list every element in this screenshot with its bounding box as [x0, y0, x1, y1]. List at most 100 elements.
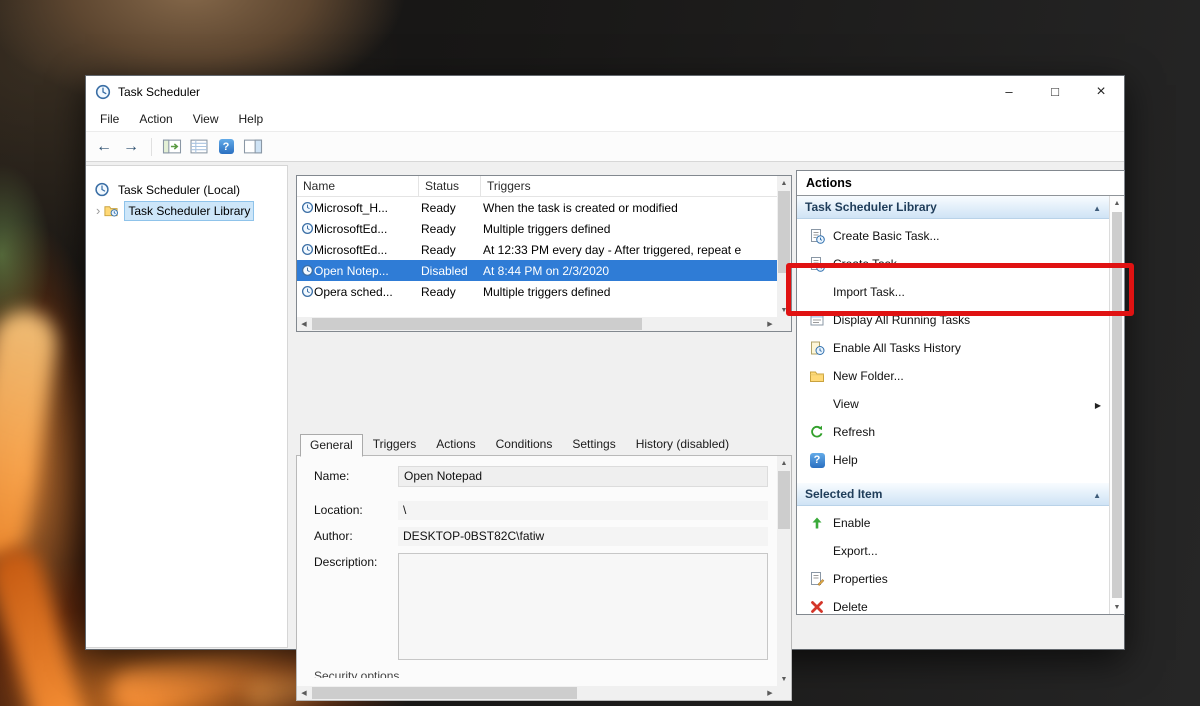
action-label: Delete [833, 600, 868, 614]
task-status: Ready [415, 285, 477, 299]
tab-triggers[interactable]: Triggers [363, 433, 427, 456]
scroll-down-icon[interactable] [1110, 600, 1124, 614]
task-row[interactable]: MicrosoftEd... Ready At 12:33 PM every d… [297, 239, 777, 260]
task-status: Ready [415, 201, 477, 215]
column-header-name[interactable]: Name [297, 176, 419, 196]
action-view[interactable]: View [797, 390, 1109, 418]
action-enable-all-tasks-history[interactable]: Enable All Tasks History [797, 334, 1109, 362]
task-clock-icon [297, 243, 314, 256]
tab-settings[interactable]: Settings [562, 433, 625, 456]
action-new-folder[interactable]: New Folder... [797, 362, 1109, 390]
actions-pane: Actions Task Scheduler Library Create Ba… [796, 170, 1125, 615]
action-properties[interactable]: Properties [797, 565, 1109, 593]
task-row-selected[interactable]: Open Notep... Disabled At 8:44 PM on 2/3… [297, 260, 777, 281]
scroll-up-icon[interactable] [777, 176, 791, 190]
task-triggers: Multiple triggers defined [477, 222, 777, 236]
security-options-clipped-label: Security options [314, 669, 399, 678]
toolbar: ← → ? [86, 132, 1124, 162]
location-label: Location: [314, 503, 363, 517]
task-scheduler-app-icon [95, 84, 111, 100]
desktop-background: Task Scheduler – □ × File Action View He… [0, 0, 1200, 706]
console-tree-pane: Task Scheduler (Local) Task Scheduler Li… [86, 165, 288, 648]
clock-icon [94, 182, 110, 197]
task-row[interactable]: MicrosoftEd... Ready Multiple triggers d… [297, 218, 777, 239]
author-field: DESKTOP-0BST82C\fatiw [398, 527, 768, 546]
scroll-left-icon[interactable] [297, 686, 311, 700]
action-label: Export... [833, 544, 878, 558]
menu-file[interactable]: File [90, 108, 129, 130]
action-refresh[interactable]: Refresh [797, 418, 1109, 446]
actions-vertical-scrollbar[interactable] [1109, 196, 1124, 614]
details-general-body: Name: Open Notepad Location: \ Author: D… [296, 455, 792, 701]
task-row[interactable]: Microsoft_H... Ready When the task is cr… [297, 197, 777, 218]
tab-actions[interactable]: Actions [426, 433, 485, 456]
task-triggers: When the task is created or modified [477, 201, 777, 215]
scrollbar-thumb[interactable] [778, 191, 790, 273]
scroll-up-icon[interactable] [1110, 196, 1124, 210]
scroll-left-icon[interactable] [297, 317, 311, 331]
task-row[interactable]: Opera sched... Ready Multiple triggers d… [297, 281, 777, 302]
action-create-basic-task[interactable]: Create Basic Task... [797, 222, 1109, 250]
menu-help[interactable]: Help [229, 108, 274, 130]
action-delete[interactable]: Delete [797, 593, 1109, 621]
view-icon-placeholder [809, 396, 825, 412]
details-vertical-scrollbar[interactable] [777, 456, 791, 686]
scroll-right-icon[interactable] [763, 686, 777, 700]
action-help[interactable]: ? Help [797, 446, 1109, 474]
tasks-history-icon [809, 340, 825, 356]
console-tree-toolbar-button[interactable] [162, 138, 182, 155]
tree-item-task-scheduler-library[interactable]: Task Scheduler Library [86, 200, 287, 221]
help-toolbar-button[interactable]: ? [216, 138, 236, 155]
column-header-triggers[interactable]: Triggers [481, 176, 777, 196]
task-name: Microsoft_H... [314, 201, 415, 215]
tab-conditions[interactable]: Conditions [486, 433, 563, 456]
name-label: Name: [314, 469, 349, 483]
menu-view[interactable]: View [183, 108, 229, 130]
scroll-right-icon[interactable] [763, 317, 777, 331]
task-list-pane: Name Status Triggers Microsoft_H... Read… [296, 175, 792, 332]
scroll-up-icon[interactable] [777, 456, 791, 470]
scrollbar-thumb[interactable] [312, 687, 577, 699]
library-actions-list: Create Basic Task... Create Task... Impo… [797, 219, 1109, 474]
scroll-down-icon[interactable] [777, 672, 791, 686]
tree-item-task-scheduler-local[interactable]: Task Scheduler (Local) [86, 179, 287, 200]
details-horizontal-scrollbar[interactable] [297, 686, 777, 700]
name-field[interactable]: Open Notepad [398, 466, 768, 487]
scrollbar-thumb[interactable] [778, 471, 790, 529]
description-field[interactable] [398, 553, 768, 660]
scrollbar-corner [777, 317, 791, 331]
task-name: MicrosoftEd... [314, 243, 415, 257]
action-label: Refresh [833, 425, 875, 439]
tab-history[interactable]: History (disabled) [626, 433, 739, 456]
list-view-toolbar-button[interactable] [189, 138, 209, 155]
bulb-filament-glow [0, 542, 96, 706]
column-header-status[interactable]: Status [419, 176, 481, 196]
back-button[interactable]: ← [94, 138, 114, 156]
action-enable[interactable]: Enable [797, 509, 1109, 537]
action-label: Enable All Tasks History [833, 341, 961, 355]
collapse-icon[interactable] [1093, 487, 1101, 501]
close-button[interactable]: × [1078, 76, 1124, 107]
minimize-button[interactable]: – [986, 76, 1032, 107]
list-horizontal-scrollbar[interactable] [297, 317, 777, 331]
menu-action[interactable]: Action [129, 108, 182, 130]
action-pane-toolbar-button[interactable] [243, 138, 263, 155]
section-header-task-scheduler-library[interactable]: Task Scheduler Library [797, 196, 1109, 219]
help-icon: ? [809, 452, 825, 468]
titlebar[interactable]: Task Scheduler – □ × [86, 76, 1124, 107]
list-header: Name Status Triggers [297, 176, 777, 197]
task-scheduler-window: Task Scheduler – □ × File Action View He… [85, 75, 1125, 650]
forward-button[interactable]: → [121, 138, 141, 156]
properties-icon [809, 571, 825, 587]
scrollbar-thumb[interactable] [312, 318, 642, 330]
section-header-selected-item[interactable]: Selected Item [797, 483, 1109, 506]
action-export[interactable]: Export... [797, 537, 1109, 565]
expand-chevron-icon[interactable] [96, 203, 103, 218]
maximize-button[interactable]: □ [1032, 76, 1078, 107]
export-icon-placeholder [809, 543, 825, 559]
task-clock-icon [297, 222, 314, 235]
tab-general[interactable]: General [300, 434, 363, 457]
tree-root-label: Task Scheduler (Local) [115, 181, 243, 199]
task-triggers: At 12:33 PM every day - After triggered,… [477, 243, 777, 257]
collapse-icon[interactable] [1093, 200, 1101, 214]
